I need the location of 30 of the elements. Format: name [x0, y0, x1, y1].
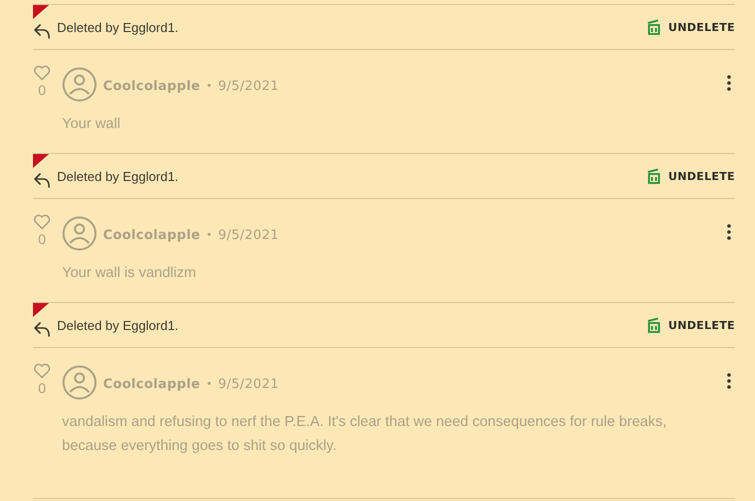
comment-text: Your wall is vandlizm: [62, 264, 198, 283]
trash-bin-icon: [646, 168, 662, 184]
separator-dot: •: [207, 80, 212, 92]
avatar-icon: [62, 67, 97, 102]
comment-date: 9/5/2021: [218, 79, 279, 94]
undelete-button[interactable]: UNDELETE: [646, 168, 735, 184]
corner-flag-icon: [33, 154, 49, 168]
separator-dot: •: [207, 229, 212, 241]
separator-dot: •: [207, 378, 212, 390]
corner-flag-icon: [33, 5, 49, 19]
like-count: 0: [38, 231, 46, 247]
avatar-icon: [62, 365, 97, 400]
comment-date: 9/5/2021: [218, 228, 279, 243]
comment-date: 9/5/2021: [218, 377, 279, 392]
reply-arrow-icon: [33, 171, 51, 189]
comment-text: vandalism and refusing to nerf the P.E.A. It's clear that we need consequences for rule breaks, because everything goes to shit so quickly.: [62, 413, 668, 456]
trash-bin-icon: [646, 317, 662, 333]
undelete-button[interactable]: UNDELETE: [646, 19, 735, 35]
trash-bin-icon: [646, 19, 662, 35]
like-count: 0: [38, 380, 46, 396]
comment-text: Your wall: [62, 115, 122, 134]
deleted-notice: Deleted by Egglord1.: [57, 318, 178, 332]
avatar-icon: [62, 216, 97, 251]
reply-arrow-icon: [33, 320, 51, 338]
deleted-notice: Deleted by Egglord1.: [57, 20, 178, 34]
undelete-button[interactable]: UNDELETE: [646, 317, 735, 333]
like-count: 0: [38, 82, 46, 98]
deleted-notice: Deleted by Egglord1.: [57, 168, 178, 184]
corner-flag-icon: [33, 303, 49, 317]
reply-arrow-icon: [33, 22, 51, 40]
